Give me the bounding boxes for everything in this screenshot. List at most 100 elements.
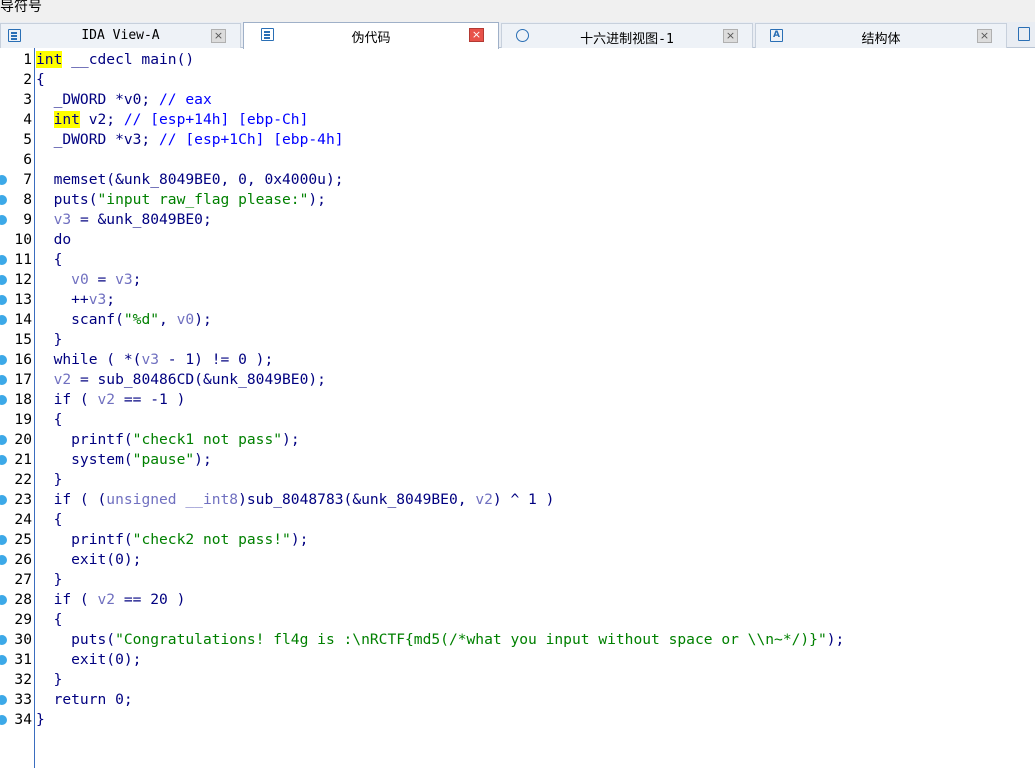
code-line[interactable]: 19 { bbox=[0, 410, 1035, 430]
code-line[interactable]: 2{ bbox=[0, 70, 1035, 90]
code-line[interactable]: 13 ++v3; bbox=[0, 290, 1035, 310]
code-text[interactable]: exit(0); bbox=[36, 550, 141, 570]
code-line[interactable]: 3 _DWORD *v0; // eax bbox=[0, 90, 1035, 110]
code-line[interactable]: 33 return 0; bbox=[0, 690, 1035, 710]
code-token: v0 bbox=[71, 271, 89, 288]
code-text[interactable]: int __cdecl main() bbox=[36, 50, 194, 70]
code-line[interactable]: 7 memset(&unk_8049BE0, 0, 0x4000u); bbox=[0, 170, 1035, 190]
code-line[interactable]: 25 printf("check2 not pass!"); bbox=[0, 530, 1035, 550]
code-line[interactable]: 21 system("pause"); bbox=[0, 450, 1035, 470]
line-number: 30 bbox=[14, 631, 32, 648]
code-text[interactable]: return 0; bbox=[36, 690, 133, 710]
code-token: scanf( bbox=[36, 311, 124, 328]
code-token: v2 bbox=[97, 591, 116, 608]
close-icon[interactable]: × bbox=[469, 28, 484, 42]
code-token: while ( *( bbox=[36, 351, 142, 368]
code-line[interactable]: 5 _DWORD *v3; // [esp+1Ch] [ebp-4h] bbox=[0, 130, 1035, 150]
code-text[interactable]: { bbox=[36, 610, 63, 630]
code-line[interactable]: 10 do bbox=[0, 230, 1035, 250]
code-token: ); bbox=[308, 191, 326, 208]
code-line[interactable]: 15 } bbox=[0, 330, 1035, 350]
code-line[interactable]: 18 if ( v2 == -1 ) bbox=[0, 390, 1035, 410]
code-line[interactable]: 28 if ( v2 == 20 ) bbox=[0, 590, 1035, 610]
line-number: 8 bbox=[23, 191, 32, 208]
code-line[interactable]: 32 } bbox=[0, 670, 1035, 690]
code-text[interactable]: ++v3; bbox=[36, 290, 115, 310]
code-text[interactable]: v0 = v3; bbox=[36, 270, 141, 290]
code-text[interactable]: { bbox=[36, 510, 63, 530]
code-text[interactable]: } bbox=[36, 470, 63, 490]
code-text[interactable]: { bbox=[36, 70, 45, 90]
tab-ida-view-a[interactable]: IDA View-A × bbox=[0, 23, 241, 48]
line-number: 6 bbox=[23, 151, 32, 168]
line-number: 22 bbox=[14, 471, 32, 488]
code-text[interactable]: } bbox=[36, 330, 63, 350]
close-icon[interactable]: × bbox=[723, 29, 738, 43]
code-text[interactable]: { bbox=[36, 410, 63, 430]
code-token: return 0; bbox=[36, 691, 133, 708]
top-strip-label: 导符号 bbox=[0, 0, 42, 15]
code-text[interactable]: scanf("%d", v0); bbox=[36, 310, 212, 330]
code-line[interactable]: 34} bbox=[0, 710, 1035, 730]
tab-hex-view-1[interactable]: 十六进制视图-1 × bbox=[501, 23, 753, 48]
code-text[interactable]: int v2; // [esp+14h] [ebp-Ch] bbox=[36, 110, 308, 130]
code-line[interactable]: 1 int __cdecl main() bbox=[0, 50, 1035, 70]
code-text[interactable]: _DWORD *v3; // [esp+1Ch] [ebp-4h] bbox=[36, 130, 344, 150]
tab-overflow-icon[interactable] bbox=[1018, 27, 1030, 41]
code-text[interactable]: } bbox=[36, 570, 63, 590]
code-text[interactable]: printf("check2 not pass!"); bbox=[36, 530, 308, 550]
code-line[interactable]: 8 puts("input raw_flag please:"); bbox=[0, 190, 1035, 210]
code-text[interactable]: v3 = &unk_8049BE0; bbox=[36, 210, 212, 230]
line-number: 19 bbox=[14, 411, 32, 428]
pseudocode-editor[interactable]: 1 int __cdecl main() 2{3 _DWORD *v0; // ea… bbox=[0, 50, 1035, 730]
line-number: 16 bbox=[14, 351, 32, 368]
code-line[interactable]: 6 bbox=[0, 150, 1035, 170]
code-token: - 1) != 0 ); bbox=[159, 351, 274, 368]
code-text[interactable]: v2 = sub_80486CD(&unk_8049BE0); bbox=[36, 370, 326, 390]
line-number: 21 bbox=[14, 451, 32, 468]
tab-pseudocode[interactable]: 伪代码 × bbox=[243, 22, 499, 49]
code-text[interactable]: system("pause"); bbox=[36, 450, 212, 470]
code-text[interactable]: if ( (unsigned __int8)sub_8048783(&unk_8… bbox=[36, 490, 555, 510]
code-line[interactable]: 16 while ( *(v3 - 1) != 0 ); bbox=[0, 350, 1035, 370]
code-text[interactable]: _DWORD *v0; // eax bbox=[36, 90, 212, 110]
code-line[interactable]: 27 } bbox=[0, 570, 1035, 590]
code-token: // eax bbox=[159, 91, 212, 108]
code-text[interactable]: printf("check1 not pass"); bbox=[36, 430, 299, 450]
code-line[interactable]: 26 exit(0); bbox=[0, 550, 1035, 570]
code-line[interactable]: 30 puts("Congratulations! fl4g is :\nRCT… bbox=[0, 630, 1035, 650]
code-line[interactable]: 22 } bbox=[0, 470, 1035, 490]
code-text[interactable]: exit(0); bbox=[36, 650, 141, 670]
code-text[interactable]: while ( *(v3 - 1) != 0 ); bbox=[36, 350, 274, 370]
code-token: puts( bbox=[36, 631, 116, 648]
code-line[interactable]: 4 int v2; // [esp+14h] [ebp-Ch] bbox=[0, 110, 1035, 130]
code-text[interactable]: } bbox=[36, 710, 45, 730]
code-text[interactable]: puts("Congratulations! fl4g is :\nRCTF{m… bbox=[36, 630, 844, 650]
code-text[interactable]: do bbox=[36, 230, 72, 250]
line-number: 32 bbox=[14, 671, 32, 688]
close-icon[interactable]: × bbox=[977, 29, 992, 43]
code-line[interactable]: 17 v2 = sub_80486CD(&unk_8049BE0); bbox=[0, 370, 1035, 390]
code-text[interactable]: } bbox=[36, 670, 63, 690]
code-text[interactable]: puts("input raw_flag please:"); bbox=[36, 190, 326, 210]
code-text[interactable]: memset(&unk_8049BE0, 0, 0x4000u); bbox=[36, 170, 344, 190]
line-number: 14 bbox=[14, 311, 32, 328]
code-token: == -1 ) bbox=[115, 391, 186, 408]
code-line[interactable]: 24 { bbox=[0, 510, 1035, 530]
code-line[interactable]: 31 exit(0); bbox=[0, 650, 1035, 670]
code-text[interactable]: if ( v2 == 20 ) bbox=[36, 590, 186, 610]
code-token: _DWORD *v3; bbox=[36, 131, 160, 148]
code-text[interactable]: if ( v2 == -1 ) bbox=[36, 390, 186, 410]
line-number: 25 bbox=[14, 531, 32, 548]
code-token: printf( bbox=[36, 431, 133, 448]
close-icon[interactable]: × bbox=[211, 29, 226, 43]
code-line[interactable]: 14 scanf("%d", v0); bbox=[0, 310, 1035, 330]
code-line[interactable]: 9 v3 = &unk_8049BE0; bbox=[0, 210, 1035, 230]
code-line[interactable]: 12 v0 = v3; bbox=[0, 270, 1035, 290]
code-line[interactable]: 20 printf("check1 not pass"); bbox=[0, 430, 1035, 450]
code-text[interactable]: { bbox=[36, 250, 63, 270]
code-line[interactable]: 29 { bbox=[0, 610, 1035, 630]
tab-structures[interactable]: A 结构体 × bbox=[755, 23, 1007, 48]
code-line[interactable]: 23 if ( (unsigned __int8)sub_8048783(&un… bbox=[0, 490, 1035, 510]
code-line[interactable]: 11 { bbox=[0, 250, 1035, 270]
